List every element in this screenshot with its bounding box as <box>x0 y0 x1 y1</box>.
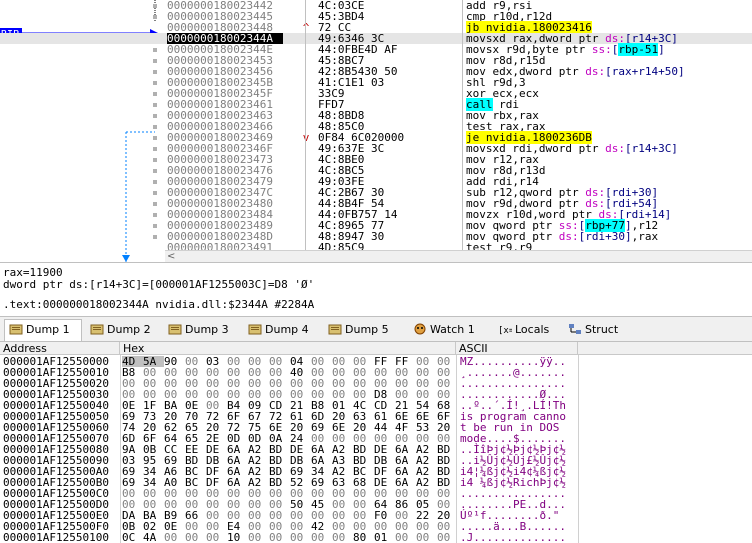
hex-byte[interactable]: 00 <box>311 532 332 543</box>
struct-icon <box>568 323 585 336</box>
tab-dump-1[interactable]: Dump 1 <box>4 319 82 341</box>
hex-byte[interactable]: 00 <box>416 532 437 543</box>
dump-pane[interactable]: Address Hex ASCII 000001AF12550000 4D 5A 90… <box>0 342 752 543</box>
instruction-row[interactable]: 0000000180023473 4C:8BE0 mov r12,rax <box>0 154 752 165</box>
dump-icon <box>248 323 265 336</box>
info-location: .text:000000018002344A nvidia.dll:$2344A… <box>3 298 315 311</box>
instruction-row[interactable]: 0000000180023476 4C:8BC5 mov r8d,r13d <box>0 165 752 176</box>
tab-label: Locals <box>515 323 550 336</box>
instruction-row[interactable]: 000000018002348D 48:8947 30 mov qword ptr … <box>0 231 752 242</box>
disassembly-pane[interactable]: RIP <box>0 0 752 262</box>
tab-dump-4[interactable]: Dump 4 <box>244 320 322 342</box>
tab-label: Dump 2 <box>107 323 151 336</box>
tab-label: Watch 1 <box>430 323 475 336</box>
column-divider <box>462 0 463 250</box>
instruction-row[interactable]: 0000000180023445 45:3BD4 cmp r10d,r12d <box>0 11 752 22</box>
hex-byte[interactable]: 00 <box>332 532 353 543</box>
tab-label: Struct <box>585 323 619 336</box>
column-divider <box>305 0 306 250</box>
instruction-row[interactable]: 000000018002344E 44:0FBE4D AF movsx r9d,by… <box>0 43 752 56</box>
tab-label: Dump 5 <box>345 323 389 336</box>
info-pane: rax=11900 dword ptr ds:[r14+3C]=[000001A… <box>0 262 752 316</box>
header-address[interactable]: Address <box>0 342 120 355</box>
header-hex[interactable]: Hex <box>120 342 456 355</box>
hex-byte[interactable]: 00 <box>164 532 185 543</box>
dump-row[interactable]: 000001AF12550100 0C 4A 00 00 00 10 00 00 00 00 00 80… <box>0 532 752 543</box>
hex-byte[interactable]: 0C <box>122 532 143 543</box>
instruction-row[interactable]: 000000018002346F 49:637E 3C movsxd rdi,dwo… <box>0 143 752 154</box>
tab-struct[interactable]: Struct <box>564 320 626 342</box>
dump-hex-bytes[interactable]: 0C 4A 00 00 00 10 00 00 00 00 00 80 01 00 00 00 <box>122 532 454 543</box>
instruction-row[interactable]: 0000000180023461 FFD7 call rdi <box>0 98 752 111</box>
hex-byte[interactable]: 00 <box>185 532 206 543</box>
dump-icon <box>90 323 107 336</box>
tab-label: Dump 4 <box>265 323 309 336</box>
dump-icon <box>328 323 345 336</box>
hex-byte[interactable]: 10 <box>227 532 248 543</box>
jump-direction-icon: ^ <box>302 21 310 34</box>
dump-address: 000001AF12550100 <box>3 531 109 543</box>
tab-dump-3[interactable]: Dump 3 <box>164 320 242 342</box>
dump-tab-bar: Dump 1 Dump 2 Dump 3 Dump 4 Dump 5 Watch 1 [x=… <box>0 316 752 342</box>
tab-dump-5[interactable]: Dump 5 <box>324 320 407 342</box>
hex-byte[interactable]: 00 <box>290 532 311 543</box>
hex-byte[interactable]: 01 <box>374 532 395 543</box>
info-operand: dword ptr ds:[r14+3C]=[000001AF1255003C]… <box>3 278 315 291</box>
instruction-row[interactable]: 000000018002345F 33C9 xor ecx,ecx <box>0 88 752 99</box>
instruction-row[interactable]: 0000000180023442 4C:03CE add r9,rsi <box>0 0 752 11</box>
hex-byte[interactable]: 00 <box>269 532 290 543</box>
tab-watch-1[interactable]: Watch 1 <box>409 320 492 342</box>
dump-header: Address Hex ASCII <box>0 342 752 355</box>
tab-label: Dump 1 <box>26 323 70 336</box>
watch-icon <box>413 323 430 336</box>
hex-byte[interactable]: 4A <box>143 532 164 543</box>
instruction-row[interactable]: 000000018002345B 41:C1E1 03 shl r9d,3 <box>0 77 752 88</box>
scroll-left-arrow-icon[interactable]: < <box>167 251 175 262</box>
header-ascii[interactable]: ASCII <box>456 342 578 355</box>
hex-byte[interactable]: 00 <box>395 532 416 543</box>
tab-label: Dump 3 <box>185 323 229 336</box>
horizontal-scrollbar[interactable]: < <box>165 250 752 262</box>
instruction-row[interactable]: 0000000180023463 48:8BD8 mov rbx,rax <box>0 110 752 121</box>
hex-byte[interactable]: 00 <box>437 532 458 543</box>
hex-byte[interactable]: 80 <box>353 532 374 543</box>
dump-icon <box>9 323 26 336</box>
tab-dump-2[interactable]: Dump 2 <box>86 320 162 342</box>
hex-byte[interactable]: 00 <box>248 532 269 543</box>
hex-byte[interactable]: 00 <box>206 532 227 543</box>
jump-direction-icon: v <box>302 131 310 144</box>
dump-ascii[interactable]: .J.............. <box>460 532 576 543</box>
dump-icon <box>168 323 185 336</box>
locals-icon: [x=] <box>498 323 515 336</box>
tab-locals[interactable]: [x=]Locals <box>494 320 562 342</box>
svg-text:[x=]: [x=] <box>498 326 512 335</box>
